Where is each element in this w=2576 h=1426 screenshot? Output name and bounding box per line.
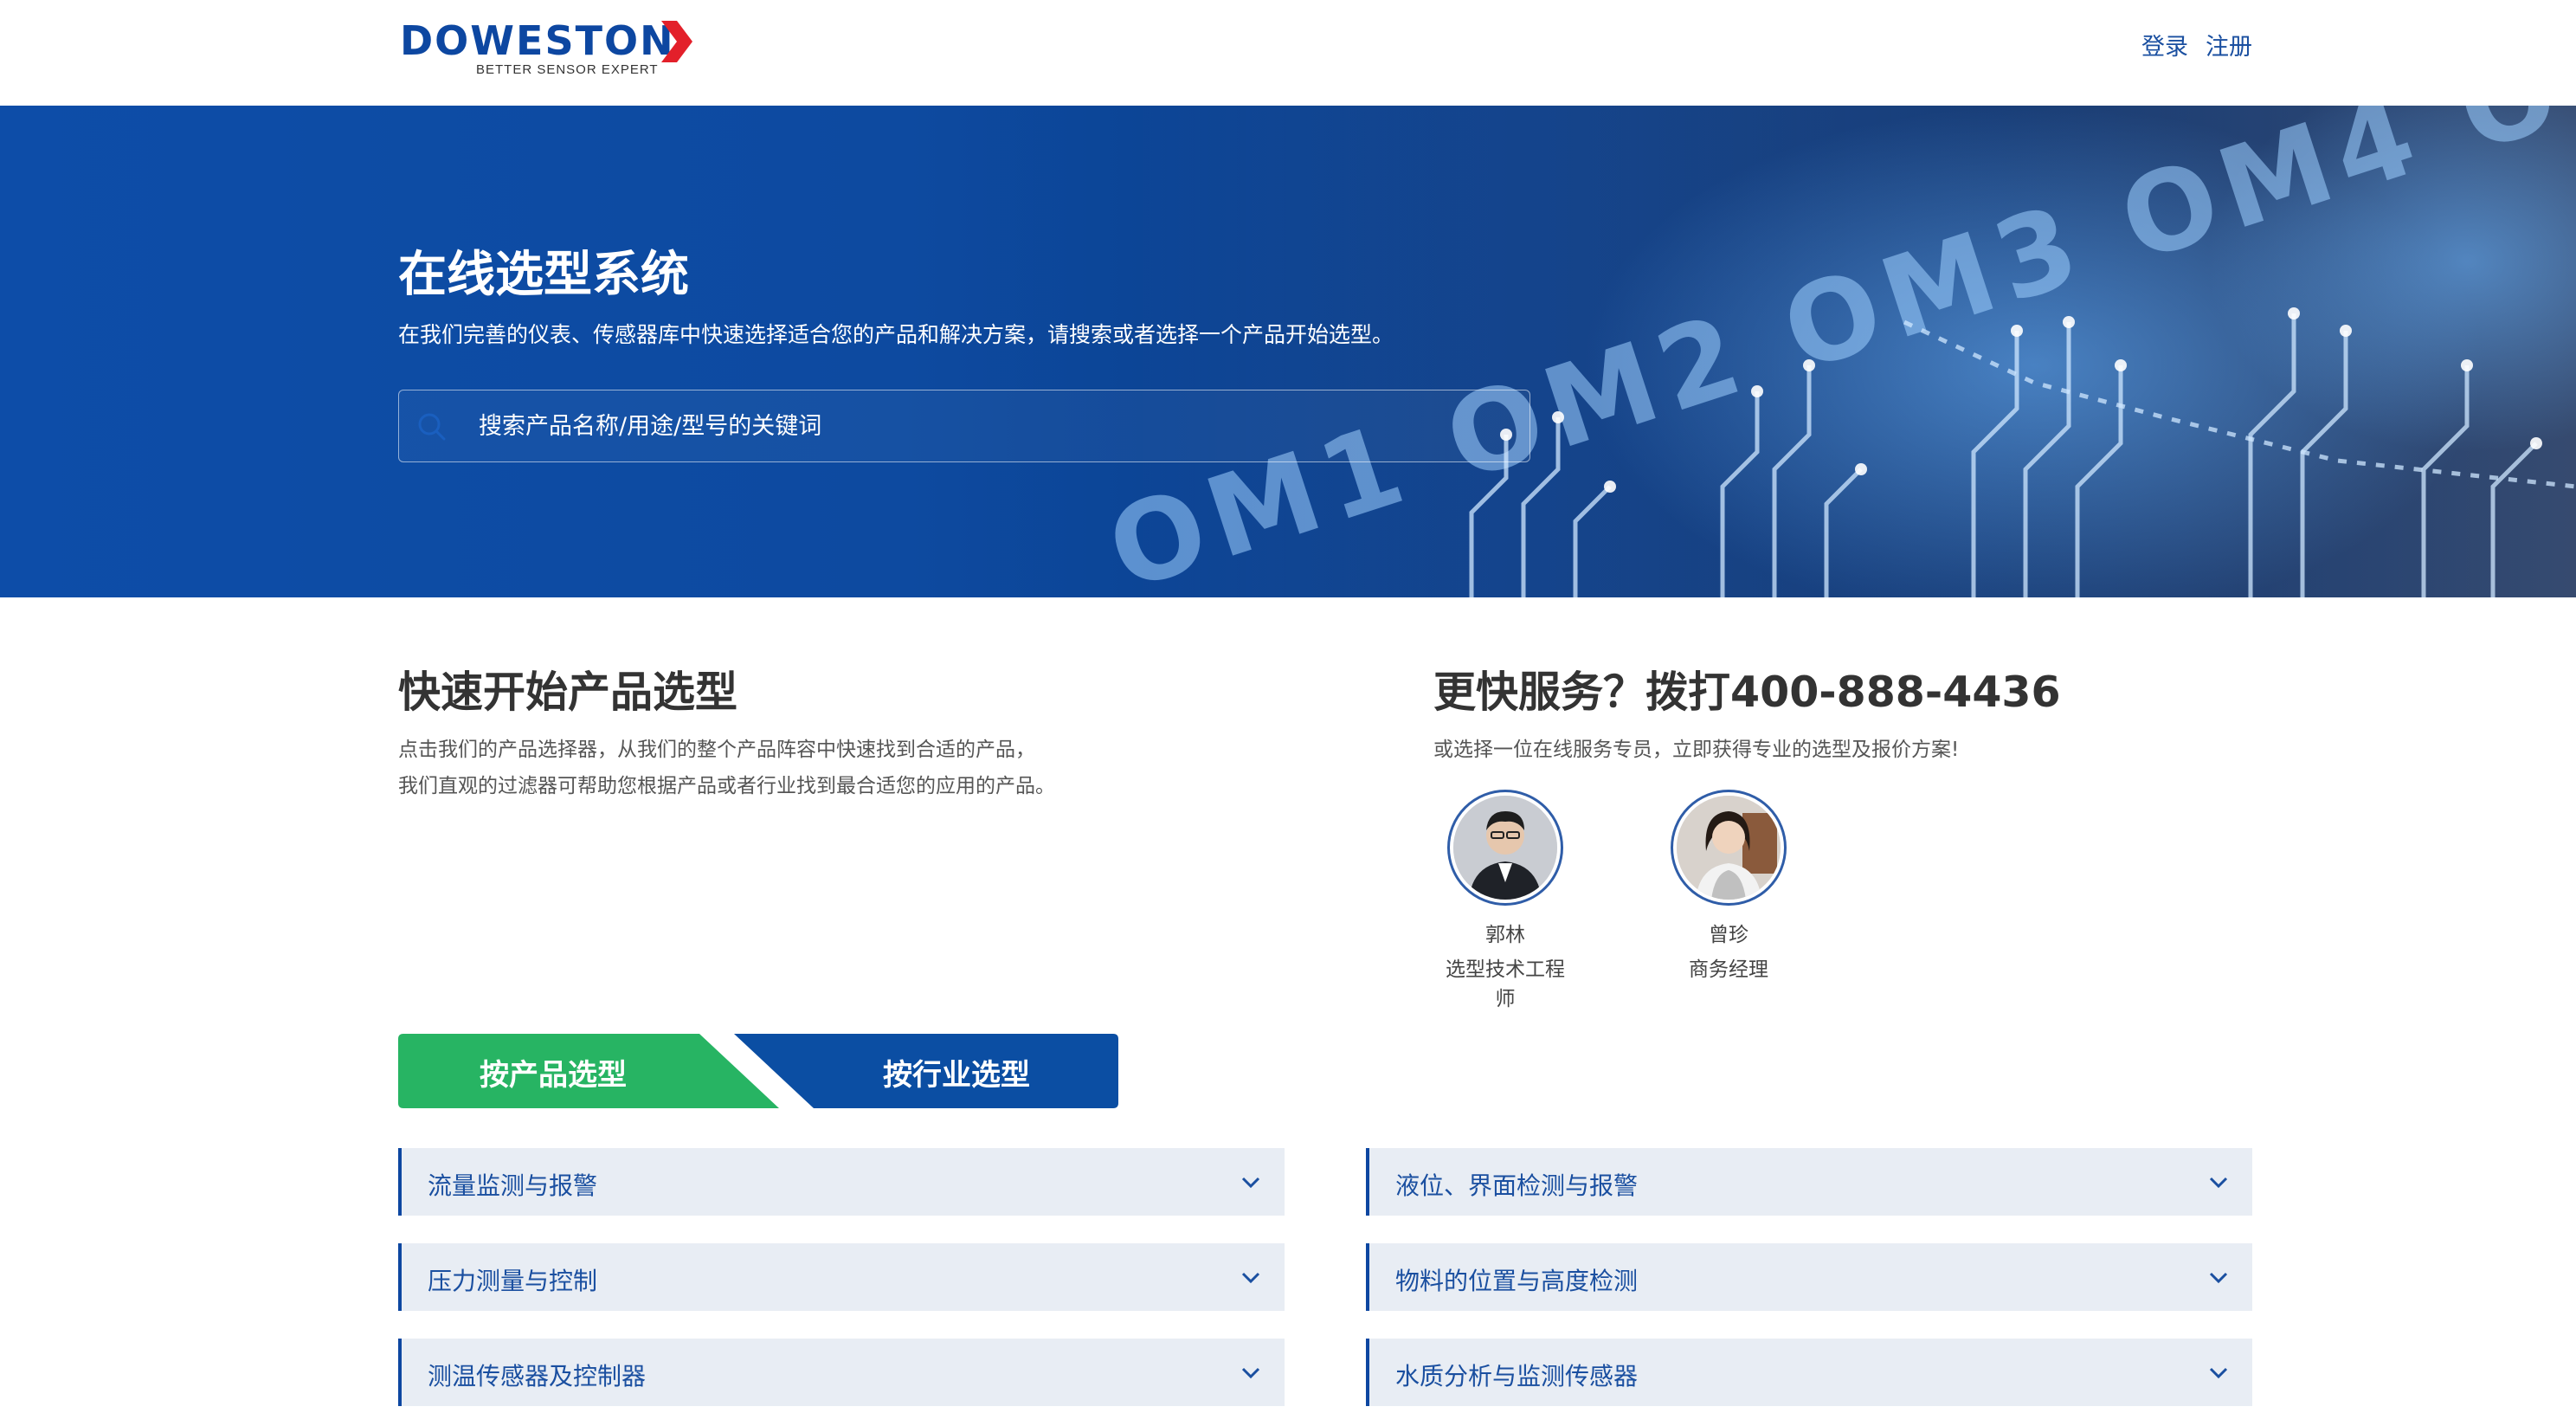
category-label: 液位、界面检测与报警 — [1395, 1171, 1639, 1200]
category-item[interactable]: 测温传感器及控制器 — [398, 1339, 1285, 1406]
quick-start-description-2: 我们直观的过滤器可帮助您根据产品或者行业找到最合适您的应用的产品。 — [398, 775, 1055, 797]
chevron-down-icon — [2209, 1177, 2228, 1189]
service-hotline-title: 更快服务？拨打400-888-4436 — [1433, 668, 2061, 717]
agent-photo-icon — [1453, 796, 1557, 900]
agent-photo-icon — [1677, 796, 1781, 900]
banner-subtitle: 在我们完善的仪表、传感器库中快速选择适合您的产品和解决方案，请搜索或者选择一个产… — [398, 322, 1394, 347]
agent-name: 曾珍 — [1709, 924, 1748, 946]
category-label: 水质分析与监测传感器 — [1395, 1362, 1639, 1391]
agent-card[interactable]: 曾珍 商务经理 — [1664, 790, 1794, 982]
chevron-down-icon — [2209, 1367, 2228, 1379]
tab-by-industry[interactable]: 按行业选型 — [883, 1051, 1030, 1094]
agent-role: 商务经理 — [1689, 958, 1768, 981]
hero-banner: OM1 OM2 OM3 OM4 OM5 在线选型系统 在我们完善的仪表、传感器 — [0, 106, 2576, 597]
site-header: DOWESTON BETTER SENSOR EXPERT 登录 注册 — [0, 0, 2576, 106]
service-subtitle: 或选择一位在线服务专员，立即获得专业的选型及报价方案! — [1433, 739, 1960, 761]
chevron-down-icon — [1241, 1367, 1260, 1379]
page-title: 在线选型系统 — [398, 247, 689, 303]
logo-chevron-icon — [661, 21, 692, 62]
category-label: 压力测量与控制 — [428, 1267, 598, 1295]
auth-links: 登录 注册 — [2141, 28, 2252, 61]
category-label: 流量监测与报警 — [428, 1171, 598, 1200]
chevron-down-icon — [2209, 1272, 2228, 1284]
category-item[interactable]: 水质分析与监测传感器 — [1366, 1339, 2252, 1406]
agent-card[interactable]: 郭林 选型技术工程师 — [1440, 790, 1570, 1011]
avatar — [1447, 790, 1563, 906]
register-link[interactable]: 注册 — [2206, 28, 2252, 61]
search-input[interactable] — [479, 390, 1509, 461]
avatar — [1671, 790, 1787, 906]
logo-wordmark: DOWESTON — [400, 17, 675, 64]
category-item[interactable]: 液位、界面检测与报警 — [1366, 1148, 2252, 1216]
category-item[interactable]: 压力测量与控制 — [398, 1243, 1285, 1311]
category-label: 物料的位置与高度检测 — [1395, 1267, 1639, 1295]
tab-by-product[interactable]: 按产品选型 — [480, 1051, 627, 1094]
login-link[interactable]: 登录 — [2141, 28, 2188, 61]
doweston-logo[interactable]: DOWESTON BETTER SENSOR EXPERT — [400, 16, 694, 78]
quick-start-description-1: 点击我们的产品选择器，从我们的整个产品阵容中快速找到合适的产品， — [398, 739, 1035, 761]
category-label: 测温传感器及控制器 — [428, 1362, 647, 1391]
selection-mode-tabs: 按产品选型 按行业选型 — [398, 1034, 1118, 1108]
search-icon[interactable] — [416, 411, 448, 442]
category-item[interactable]: 流量监测与报警 — [398, 1148, 1285, 1216]
chevron-down-icon — [1241, 1272, 1260, 1284]
quick-start-title: 快速开始产品选型 — [398, 668, 738, 717]
chevron-down-icon — [1241, 1177, 1260, 1189]
circuit-background-image: OM1 OM2 OM3 OM4 OM5 — [1094, 106, 2576, 597]
logo-tagline: BETTER SENSOR EXPERT — [476, 62, 659, 77]
category-item[interactable]: 物料的位置与高度检测 — [1366, 1243, 2252, 1311]
agent-name: 郭林 — [1485, 924, 1525, 946]
agent-role: 选型技术工程师 — [1446, 958, 1565, 1010]
search-box — [398, 390, 1530, 462]
